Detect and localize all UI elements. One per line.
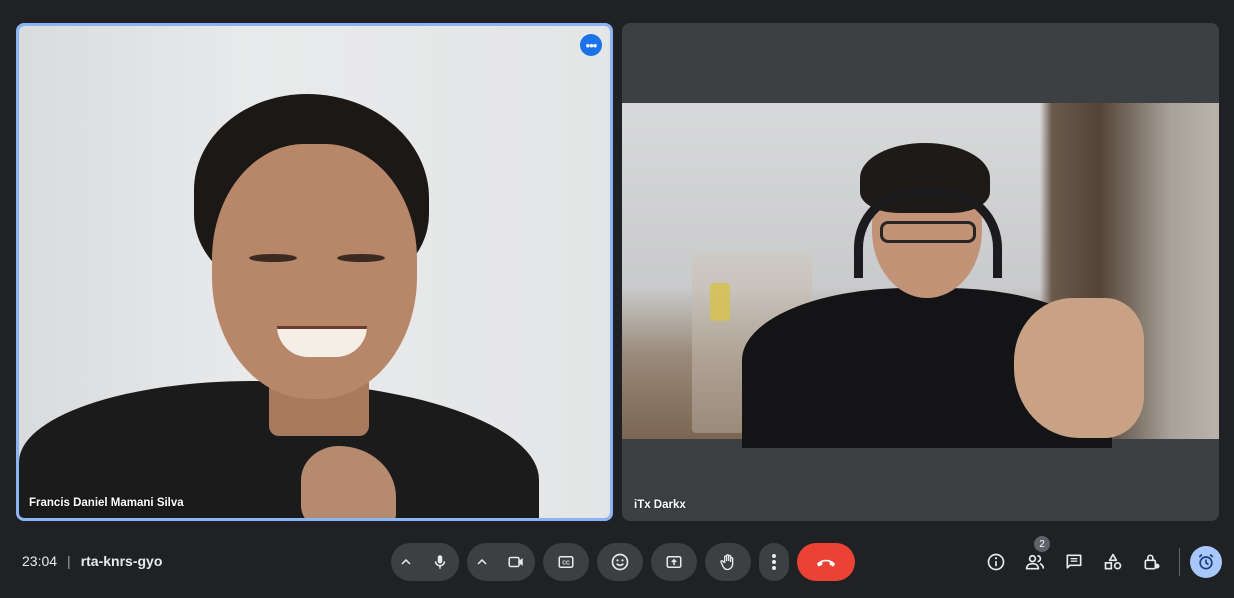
end-call-icon xyxy=(816,559,836,567)
present-screen-icon xyxy=(666,556,682,568)
participant-count-badge: 2 xyxy=(1034,536,1050,552)
alarm-avatar-icon xyxy=(1198,553,1214,570)
more-vert-icon xyxy=(772,554,776,570)
video-camera-icon xyxy=(508,556,523,568)
captions-button[interactable]: CC xyxy=(543,543,589,581)
host-controls-button[interactable] xyxy=(1133,546,1171,578)
video-figure xyxy=(212,144,417,399)
video-figure xyxy=(337,254,385,262)
participant-name: Francis Daniel Mamani Silva xyxy=(29,497,184,509)
info-icon xyxy=(987,553,1005,571)
meeting-details-button[interactable] xyxy=(977,546,1015,578)
participant-video xyxy=(622,103,1219,448)
camera-control-group xyxy=(467,543,535,581)
activities-button[interactable] xyxy=(1094,546,1132,578)
people-button[interactable]: 2 xyxy=(1016,536,1054,578)
emoji-icon xyxy=(611,553,629,571)
call-controls: CC xyxy=(391,543,855,581)
side-panel-tools: 2 xyxy=(976,536,1222,578)
participant-tile-self[interactable]: ••• Francis Daniel Mamani Silva xyxy=(16,23,613,521)
user-avatar-button[interactable] xyxy=(1190,546,1222,578)
chat-icon xyxy=(1066,554,1082,569)
video-settings-chevron-icon[interactable] xyxy=(467,543,497,581)
people-icon xyxy=(1025,554,1045,570)
meeting-time: 23:04 xyxy=(22,553,58,569)
activities-icon xyxy=(1104,553,1122,570)
camera-button[interactable] xyxy=(497,543,535,581)
video-figure xyxy=(249,254,297,262)
end-call-button[interactable] xyxy=(797,543,855,581)
more-horiz-icon: ••• xyxy=(585,37,598,53)
microphone-icon xyxy=(434,555,446,569)
more-options-button[interactable] xyxy=(759,543,789,581)
audio-settings-chevron-icon[interactable] xyxy=(391,543,421,581)
participant-tile-other[interactable]: iTx Darkx xyxy=(622,23,1219,521)
meeting-code: rta-knrs-gyo xyxy=(80,553,163,569)
host-lock-icon xyxy=(1144,554,1160,570)
video-background xyxy=(710,283,730,321)
svg-text:CC: CC xyxy=(562,561,570,567)
meeting-separator: | xyxy=(67,553,71,569)
participant-video xyxy=(19,26,610,518)
participant-name: iTx Darkx xyxy=(634,499,686,511)
chat-button[interactable] xyxy=(1055,546,1093,578)
video-figure xyxy=(880,221,976,243)
toolbar-divider xyxy=(1179,548,1180,576)
raise-hand-icon xyxy=(720,554,734,571)
video-figure xyxy=(1014,298,1144,438)
mic-control-group xyxy=(391,543,459,581)
raise-hand-button[interactable] xyxy=(705,543,751,581)
closed-captions-icon: CC xyxy=(558,556,574,568)
tile-more-options-button[interactable]: ••• xyxy=(580,34,602,56)
reactions-button[interactable] xyxy=(597,543,643,581)
meeting-details: 23:04 | rta-knrs-gyo xyxy=(22,553,162,569)
present-screen-button[interactable] xyxy=(651,543,697,581)
microphone-button[interactable] xyxy=(421,543,459,581)
